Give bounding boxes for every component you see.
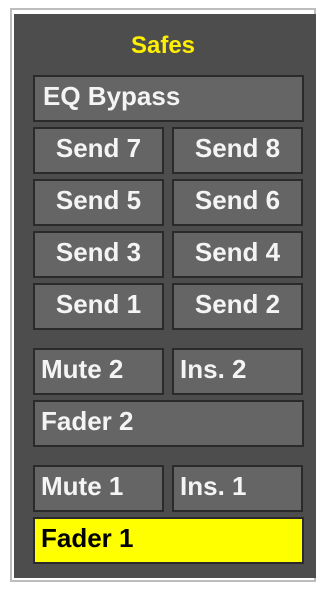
send-7-button[interactable]: Send 7 — [33, 127, 164, 174]
mute-1-button[interactable]: Mute 1 — [33, 465, 164, 512]
send-8-button[interactable]: Send 8 — [172, 127, 303, 174]
fader-2-button[interactable]: Fader 2 — [33, 400, 304, 447]
mute-2-button[interactable]: Mute 2 — [33, 348, 164, 395]
send-5-button[interactable]: Send 5 — [33, 179, 164, 226]
send-3-button[interactable]: Send 3 — [33, 231, 164, 278]
ins-2-button[interactable]: Ins. 2 — [172, 348, 303, 395]
send-6-button[interactable]: Send 6 — [172, 179, 303, 226]
fader-1-button[interactable]: Fader 1 — [33, 517, 304, 564]
send-2-button[interactable]: Send 2 — [172, 283, 303, 330]
panel-title: Safes — [130, 32, 196, 59]
ins-1-button[interactable]: Ins. 1 — [172, 465, 303, 512]
eq-bypass-button[interactable]: EQ Bypass — [33, 75, 304, 122]
send-1-button[interactable]: Send 1 — [33, 283, 164, 330]
send-4-button[interactable]: Send 4 — [172, 231, 303, 278]
